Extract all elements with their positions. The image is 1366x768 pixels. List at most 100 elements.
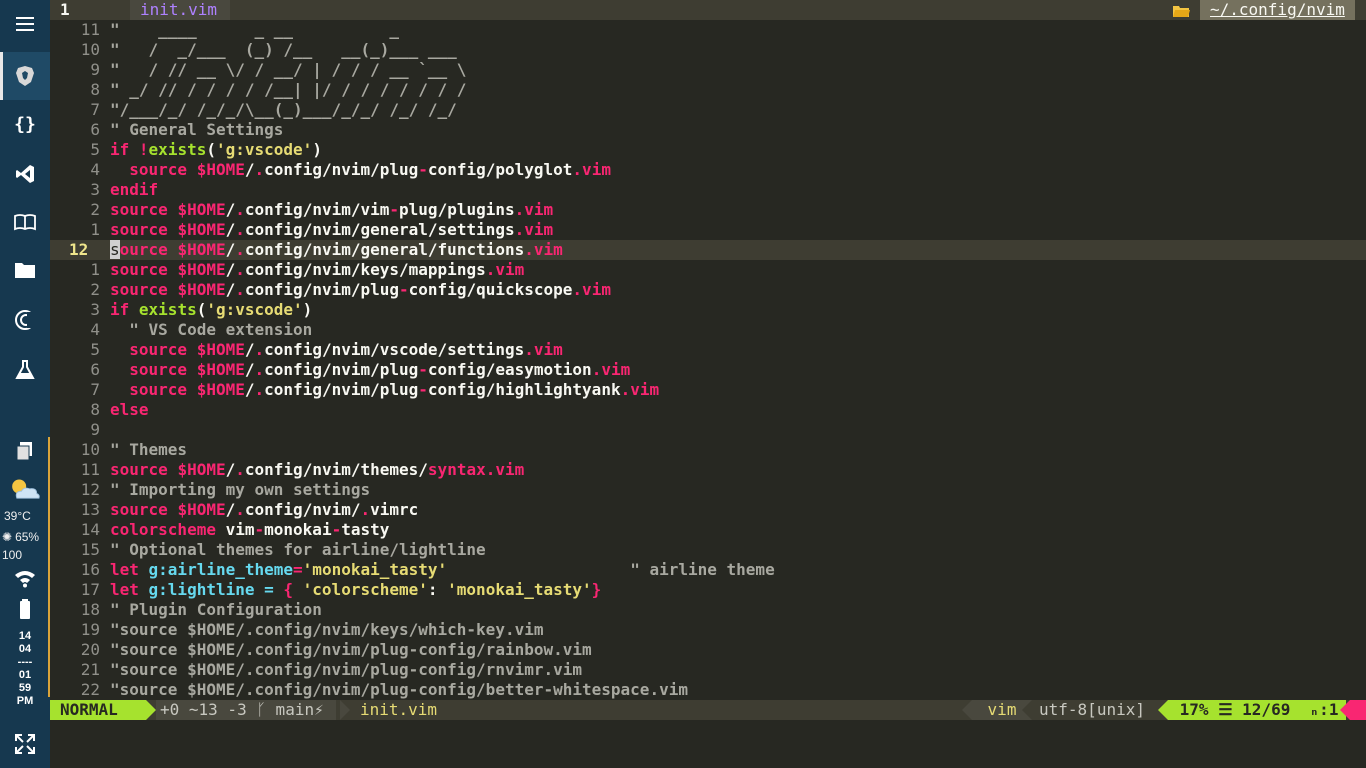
code-token: . bbox=[235, 460, 245, 479]
line-text: source $HOME/.config/nvim/plug-config/ea… bbox=[110, 360, 630, 380]
folder-icon[interactable] bbox=[0, 246, 50, 294]
git-status: +0 ~13 -3 ᚴ main⚡ bbox=[156, 700, 336, 720]
code-line[interactable]: 21 "source $HOME/.config/nvim/plug-config… bbox=[50, 660, 1366, 680]
clock-ampm: PM bbox=[16, 695, 34, 707]
vscode-icon[interactable] bbox=[0, 150, 50, 198]
editor-buffer[interactable]: 11 " ____ _ __ _ 10 " / _/___ (_) /__ __(_)… bbox=[50, 20, 1366, 700]
code-token: " / // __ \/ / __/ | / / / __ `__ \ bbox=[110, 60, 467, 79]
flask-icon[interactable] bbox=[0, 346, 50, 394]
code-token: / bbox=[244, 160, 255, 179]
line-text: source $HOME/.config/nvim/themes/syntax.… bbox=[110, 460, 524, 480]
code-line[interactable]: 5 source $HOME/.config/nvim/vscode/setti… bbox=[50, 340, 1366, 360]
code-line[interactable]: 6 " General Settings bbox=[50, 120, 1366, 140]
app-swirl-icon[interactable] bbox=[0, 296, 50, 344]
code-line[interactable]: 11 source $HOME/.config/nvim/themes/synta… bbox=[50, 460, 1366, 480]
fullscreen-icon[interactable] bbox=[0, 720, 50, 768]
code-line[interactable]: 5 if !exists('g:vscode') bbox=[50, 140, 1366, 160]
code-token: .vim bbox=[514, 220, 554, 239]
code-line[interactable]: 19 "source $HOME/.config/nvim/keys/which-… bbox=[50, 620, 1366, 640]
code-token: let bbox=[110, 580, 149, 599]
code-token: source bbox=[110, 460, 178, 479]
mode-indicator: NORMAL bbox=[50, 700, 146, 720]
code-line[interactable]: 7 source $HOME/.config/nvim/plug-config/… bbox=[50, 380, 1366, 400]
code-line[interactable]: 2 source $HOME/.config/nvim/plug-config/q… bbox=[50, 280, 1366, 300]
code-line[interactable]: 22 "source $HOME/.config/nvim/plug-config… bbox=[50, 680, 1366, 700]
line-number: 5 bbox=[90, 340, 100, 359]
line-number: 17 bbox=[80, 580, 100, 599]
brave-browser-icon[interactable] bbox=[0, 52, 50, 100]
line-number: 3 bbox=[90, 300, 100, 319]
tab-init-vim[interactable]: init.vim bbox=[130, 0, 230, 20]
code-token: " Importing my own settings bbox=[110, 480, 371, 499]
menu-icon[interactable] bbox=[0, 0, 50, 48]
code-line[interactable]: 9 bbox=[50, 420, 1366, 440]
line-text: if exists('g:vscode') bbox=[110, 300, 312, 320]
command-line[interactable] bbox=[50, 720, 1366, 768]
weather-icon[interactable] bbox=[0, 466, 50, 514]
code-token: } bbox=[591, 580, 602, 599]
code-line[interactable]: 9 " / // __ \/ / __/ | / / / __ `__ \ bbox=[50, 60, 1366, 80]
brightness-value: 65% bbox=[15, 530, 40, 544]
code-token: - bbox=[254, 520, 265, 539]
line-number: 7 bbox=[90, 100, 100, 119]
battery-icon[interactable] bbox=[0, 594, 50, 624]
code-token: source bbox=[110, 260, 178, 279]
code-line[interactable]: 4 " VS Code extension bbox=[50, 320, 1366, 340]
code-line[interactable]: 14 colorscheme vim-monokai-tasty bbox=[50, 520, 1366, 540]
line-text: if !exists('g:vscode') bbox=[110, 140, 322, 160]
line-text: " General Settings bbox=[110, 120, 283, 140]
line-number: 19 bbox=[80, 620, 100, 639]
code-token: $HOME bbox=[177, 220, 226, 239]
code-line[interactable]: 1 source $HOME/.config/nvim/keys/mappings… bbox=[50, 260, 1366, 280]
code-line[interactable]: 8 " _/ // / / / / /__| |/ / / / / / / / bbox=[50, 80, 1366, 100]
code-token: . bbox=[254, 340, 265, 359]
code-line[interactable]: 20 "source $HOME/.config/nvim/plug-config… bbox=[50, 640, 1366, 660]
line-text: " _/ // / / / / /__| |/ / / / / / / / bbox=[110, 80, 466, 100]
wifi-icon[interactable] bbox=[0, 564, 50, 592]
code-line[interactable]: 12 " Importing my own settings bbox=[50, 480, 1366, 500]
cwd-label[interactable]: ~/.config/nvim bbox=[1200, 0, 1355, 20]
code-token: - bbox=[389, 200, 400, 219]
code-line[interactable]: 13 source $HOME/.config/nvim/.vimrc bbox=[50, 500, 1366, 520]
code-token: - bbox=[418, 160, 428, 179]
code-token: .vim bbox=[591, 360, 631, 379]
code-line[interactable]: 7 "/___/_/ /_/_/\__(_)___/_/_/ /_/ /_/ bbox=[50, 100, 1366, 120]
code-line[interactable]: 4 source $HOME/.config/nvim/plug-config/… bbox=[50, 160, 1366, 180]
line-number: 9 bbox=[90, 60, 100, 79]
code-line[interactable]: 11 " ____ _ __ _ bbox=[50, 20, 1366, 40]
current-line[interactable]: 12 source $HOME/.config/nvim/general/func… bbox=[50, 240, 1366, 260]
code-token: config/nvim/general/functions bbox=[244, 240, 525, 259]
line-text: source $HOME/.config/nvim/.vimrc bbox=[110, 500, 418, 520]
code-line[interactable]: 1 source $HOME/.config/nvim/general/setti… bbox=[50, 220, 1366, 240]
code-line[interactable]: 3 endif bbox=[50, 180, 1366, 200]
code-token: $HOME bbox=[177, 460, 226, 479]
code-token: = bbox=[293, 560, 303, 579]
code-token: " _/ // / / / / /__| |/ / / / / / / / bbox=[110, 80, 467, 99]
code-line[interactable]: 2 source $HOME/.config/nvim/vim-plug/plug… bbox=[50, 200, 1366, 220]
code-line[interactable]: 3 if exists('g:vscode') bbox=[50, 300, 1366, 320]
code-braces-icon[interactable]: {} bbox=[0, 100, 50, 148]
line-text: "source $HOME/.config/nvim/keys/which-ke… bbox=[110, 620, 543, 640]
line-text: "source $HOME/.config/nvim/plug-config/r… bbox=[110, 640, 592, 660]
code-line[interactable]: 6 source $HOME/.config/nvim/plug-config/… bbox=[50, 360, 1366, 380]
code-token: source bbox=[110, 280, 178, 299]
code-line[interactable]: 17 let g:lightline = { 'colorscheme': 'mo… bbox=[50, 580, 1366, 600]
code-token: "source $HOME/.config/nvim/keys/which-ke… bbox=[110, 620, 544, 639]
code-line[interactable]: 18 " Plugin Configuration bbox=[50, 600, 1366, 620]
code-token: config/nvim/vim bbox=[244, 200, 390, 219]
code-line[interactable]: 10 " / _/___ (_) /__ __(_)___ ___ bbox=[50, 40, 1366, 60]
code-line[interactable]: 10 " Themes bbox=[50, 440, 1366, 460]
code-token: config/nvim/general/settings bbox=[244, 220, 515, 239]
code-line[interactable]: 8 else bbox=[50, 400, 1366, 420]
clock: 14 04 ---- 01 59 PM bbox=[0, 630, 50, 708]
separator-arrow bbox=[146, 700, 156, 720]
code-token: "source $HOME/.config/nvim/plug-config/r… bbox=[110, 660, 583, 679]
code-token: - bbox=[399, 280, 409, 299]
code-line[interactable]: 16 let g:airline_theme='monokai_tasty' " … bbox=[50, 560, 1366, 580]
line-text: "/___/_/ /_/_/\__(_)___/_/_/ /_/ /_/ bbox=[110, 100, 457, 120]
book-icon[interactable] bbox=[0, 198, 50, 246]
code-line[interactable]: 15 " Optional themes for airline/lightlin… bbox=[50, 540, 1366, 560]
code-token: vim bbox=[225, 520, 255, 539]
volume-value: 100 bbox=[2, 548, 23, 562]
